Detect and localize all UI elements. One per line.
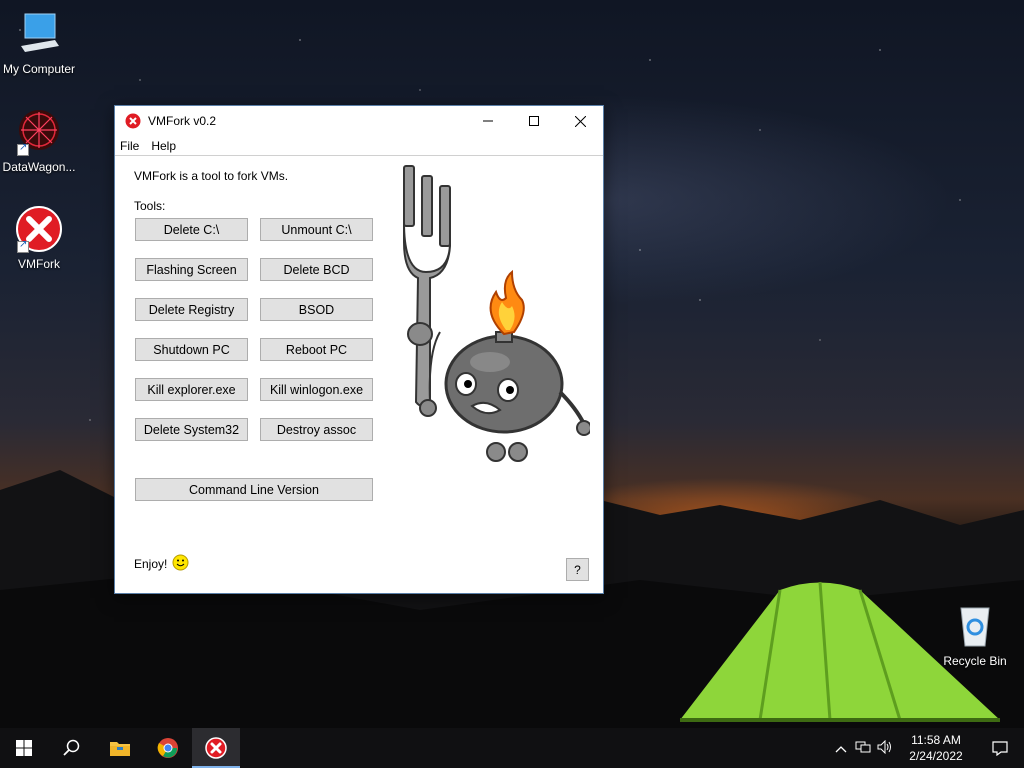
delete-bcd-button[interactable]: Delete BCD <box>260 258 373 281</box>
system-tray: 11:58 AM 2/24/2022 <box>830 728 1024 768</box>
windows-start-icon <box>16 740 32 756</box>
menu-file[interactable]: File <box>120 139 145 153</box>
menu-bar: File Help <box>115 136 603 156</box>
clock[interactable]: 11:58 AM 2/24/2022 <box>896 732 976 764</box>
desktop-icon-label: Recycle Bin <box>943 654 1007 668</box>
command-line-version-button[interactable]: Command Line Version <box>135 478 373 501</box>
close-icon <box>574 115 586 127</box>
clock-time: 11:58 AM <box>911 733 961 747</box>
title-bar[interactable]: VMFork v0.2 <box>115 106 603 136</box>
delete-system32-button[interactable]: Delete System32 <box>135 418 248 441</box>
shortcut-arrow-icon <box>17 239 29 253</box>
datawagon-icon <box>15 108 63 156</box>
network-icon[interactable] <box>852 740 874 757</box>
delete-registry-button[interactable]: Delete Registry <box>135 298 248 321</box>
desktop-icon-vmfork[interactable]: VMFork <box>1 205 77 271</box>
tools-label: Tools: <box>134 199 166 213</box>
shortcut-arrow-icon <box>17 142 29 156</box>
kill-explorer-button[interactable]: Kill explorer.exe <box>135 378 248 401</box>
close-button[interactable] <box>557 106 603 136</box>
volume-icon[interactable] <box>874 739 896 757</box>
recycle-bin-icon <box>951 602 999 650</box>
unmount-c-button[interactable]: Unmount C:\ <box>260 218 373 241</box>
maximize-icon <box>529 116 539 126</box>
window-client-area: VMFork is a tool to fork VMs. Tools: Del… <box>115 156 603 593</box>
chevron-up-icon[interactable] <box>830 741 852 756</box>
smiley-icon <box>172 554 189 570</box>
minimize-icon <box>483 120 493 122</box>
destroy-assoc-button[interactable]: Destroy assoc <box>260 418 373 441</box>
enjoy-text: Enjoy! <box>134 554 189 571</box>
desktop-icon-label: My Computer <box>2 62 76 76</box>
flashing-screen-button[interactable]: Flashing Screen <box>135 258 248 281</box>
bsod-button[interactable]: BSOD <box>260 298 373 321</box>
taskbar-file-explorer[interactable] <box>96 728 144 768</box>
notification-button[interactable] <box>976 740 1024 756</box>
window-title: VMFork v0.2 <box>148 114 217 128</box>
minimize-button[interactable] <box>465 106 511 136</box>
reboot-pc-button[interactable]: Reboot PC <box>260 338 373 361</box>
taskbar-vmfork[interactable] <box>192 728 240 768</box>
desktop-icon-recycle-bin[interactable]: Recycle Bin <box>937 602 1013 668</box>
kill-winlogon-button[interactable]: Kill winlogon.exe <box>260 378 373 401</box>
chrome-icon <box>157 738 178 758</box>
desktop-icon-label: DataWagon... <box>2 160 76 174</box>
enjoy-label: Enjoy! <box>134 557 168 571</box>
desktop-icon-my-computer[interactable]: My Computer <box>1 10 77 76</box>
red-x-icon <box>205 737 227 759</box>
folder-icon <box>110 742 130 756</box>
vmfork-window: VMFork v0.2 File Help VMFork is a tool t… <box>114 105 604 594</box>
red-x-icon <box>15 205 63 253</box>
intro-text: VMFork is a tool to fork VMs. <box>134 169 289 183</box>
search-button[interactable] <box>48 728 96 768</box>
taskbar: 11:58 AM 2/24/2022 <box>0 728 1024 768</box>
start-button[interactable] <box>0 728 48 768</box>
clock-date: 2/24/2022 <box>909 749 963 763</box>
taskbar-chrome[interactable] <box>144 728 192 768</box>
delete-c-button[interactable]: Delete C:\ <box>135 218 248 241</box>
notification-icon <box>992 741 1008 756</box>
desktop-icon-label: VMFork <box>18 257 60 271</box>
shutdown-pc-button[interactable]: Shutdown PC <box>135 338 248 361</box>
red-x-icon <box>125 113 141 129</box>
monitor-icon <box>15 10 63 58</box>
maximize-button[interactable] <box>511 106 557 136</box>
desktop-icon-datawagon[interactable]: DataWagon... <box>1 108 77 174</box>
help-button[interactable]: ? <box>566 558 589 581</box>
bomb-with-fork-mascot-image <box>403 165 590 462</box>
menu-help[interactable]: Help <box>151 139 182 153</box>
search-icon <box>63 739 80 756</box>
